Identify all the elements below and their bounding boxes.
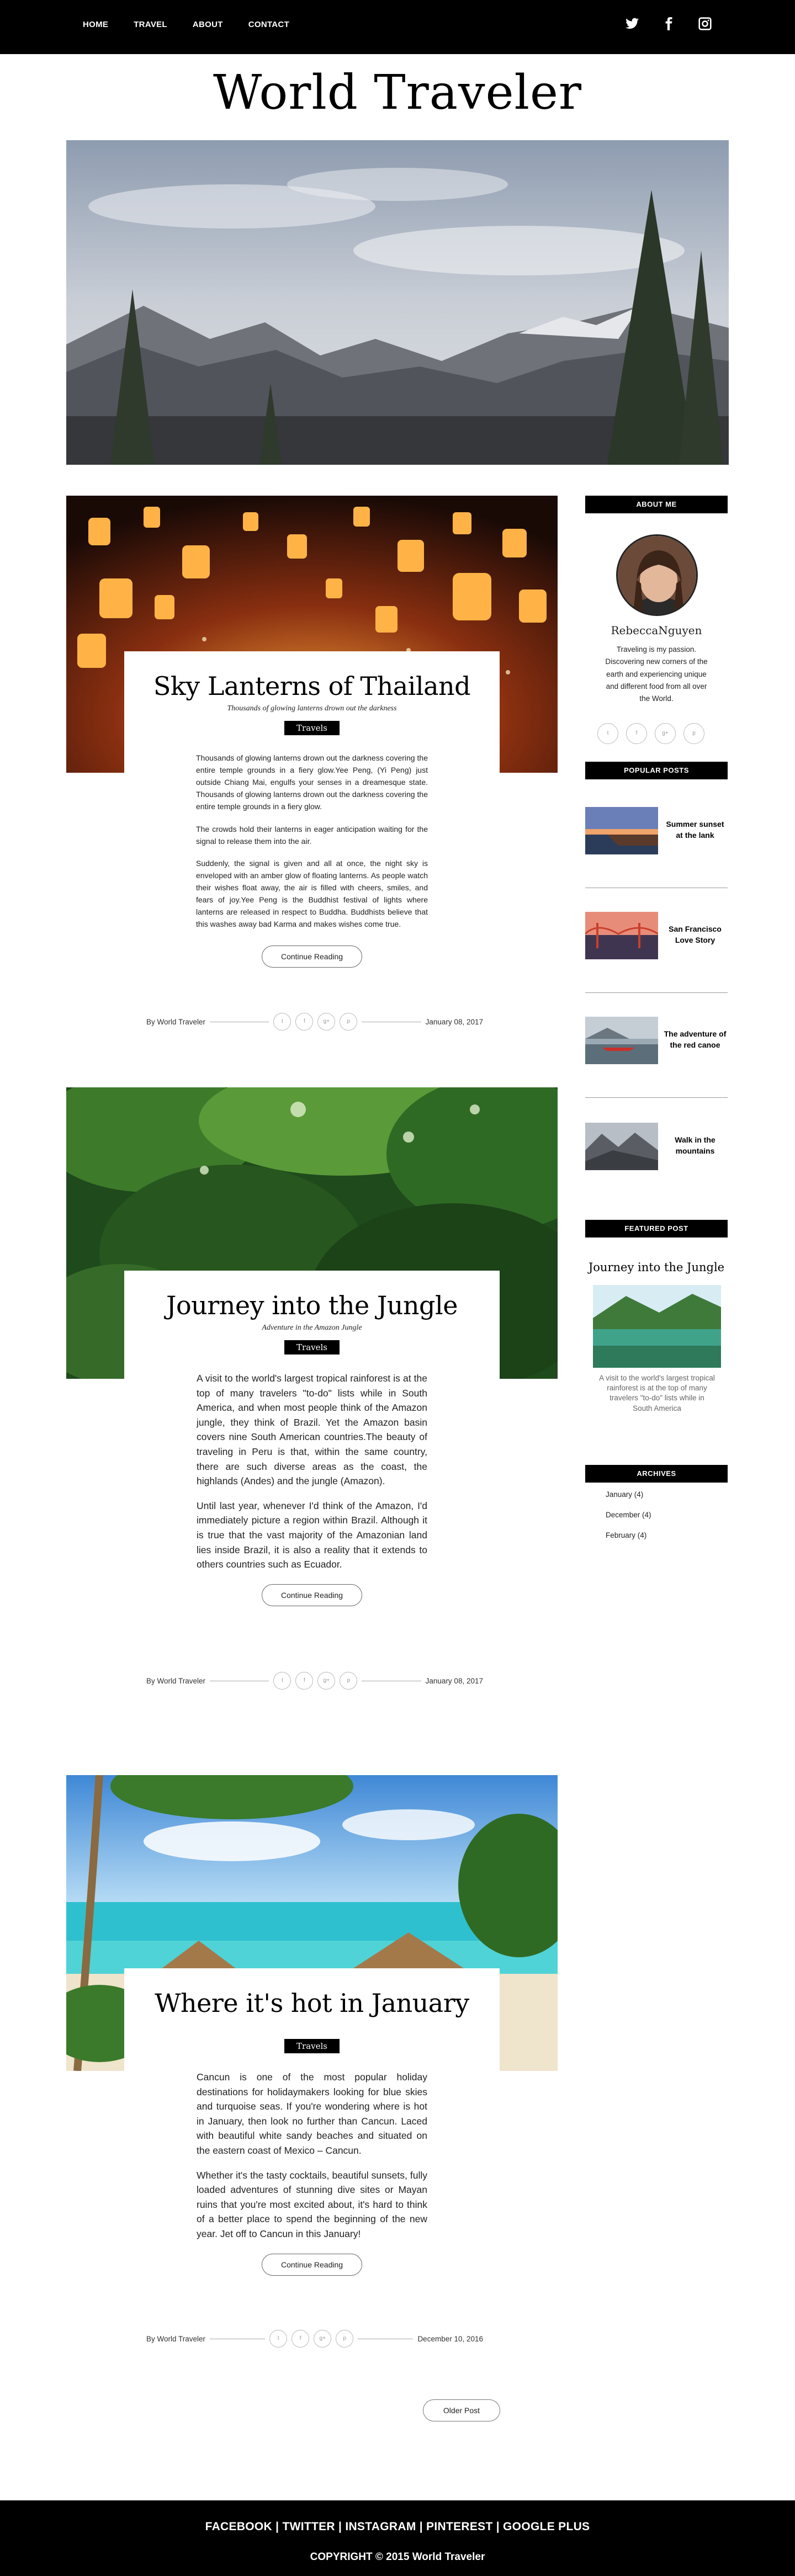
popular-post-item[interactable]: San Francisco Love Story <box>585 912 728 967</box>
post-author: By World Traveler <box>146 1676 206 1685</box>
divider <box>585 1097 728 1098</box>
post-title[interactable]: Where it's hot in January <box>124 1968 500 2018</box>
post-paragraph: The crowds hold their lanterns in eager … <box>196 824 428 846</box>
post-meta: By World Traveler t f g+ p December 10, … <box>146 2330 483 2347</box>
facebook-icon[interactable]: f <box>292 2330 310 2347</box>
hero-image-mountains <box>66 140 729 465</box>
post-card-3: Where it's hot in January Travels Cancun… <box>124 1968 500 2311</box>
older-post-button[interactable]: Older Post <box>423 2399 500 2421</box>
post-subtitle: Thousands of glowing lanterns drown out … <box>227 704 397 713</box>
post-card-2: Journey into the Jungle Adventure in the… <box>124 1271 500 1624</box>
google-plus-icon[interactable]: g+ <box>314 2330 332 2347</box>
footer-social-links[interactable]: FACEBOOK | TWITTER | INSTAGRAM | PINTERE… <box>0 2520 795 2533</box>
post-tag[interactable]: Travels <box>284 2039 340 2053</box>
post-meta: By World Traveler t f g+ p January 08, 2… <box>146 1013 483 1031</box>
twitter-icon[interactable]: t <box>597 723 618 744</box>
post-title[interactable]: Journey into the Jungle <box>124 1271 500 1320</box>
popular-post-item[interactable]: The adventure of the red canoe <box>585 1017 728 1072</box>
featured-post-excerpt: A visit to the world's largest tropical … <box>599 1374 715 1412</box>
facebook-icon[interactable]: f <box>295 1013 314 1031</box>
post-author: By World Traveler <box>146 2334 206 2343</box>
popular-post-item[interactable]: Summer sunset at the lank <box>585 807 728 862</box>
nav-link-travel[interactable]: TRAVEL <box>134 20 167 29</box>
archive-link[interactable]: December (4) <box>606 1511 651 1519</box>
top-navigation-bar: HOME TRAVEL ABOUT CONTACT <box>0 0 795 54</box>
post-excerpt: A visit to the world's largest tropical … <box>197 1371 427 1572</box>
featured-post-title[interactable]: Journey into the Jungle <box>585 1261 728 1274</box>
post-paragraph: Thousands of glowing lanterns drown out … <box>196 753 428 811</box>
popular-post-thumbnail[interactable] <box>585 912 658 959</box>
post-paragraph: A visit to the world's largest tropical … <box>197 1373 427 1487</box>
archive-link[interactable]: January (4) <box>606 1490 651 1499</box>
share-buttons: t f g+ p <box>273 1672 358 1690</box>
about-social-links: t f g+ p <box>597 723 704 744</box>
popular-posts-heading: POPULAR POSTS <box>585 762 728 779</box>
nav-link-about[interactable]: ABOUT <box>193 20 223 29</box>
post-author: By World Traveler <box>146 1017 206 1026</box>
google-plus-icon[interactable]: g+ <box>317 1672 336 1690</box>
twitter-icon[interactable]: t <box>273 1672 292 1690</box>
continue-reading-button[interactable]: Continue Reading <box>261 1584 363 1606</box>
google-plus-icon[interactable]: g+ <box>317 1013 336 1031</box>
copyright: COPYRIGHT © 2015 World Traveler <box>310 2551 485 2563</box>
post-tag[interactable]: Travels <box>284 721 340 735</box>
popular-post-title[interactable]: Walk in the mountains <box>662 1135 728 1156</box>
nav-link-home[interactable]: HOME <box>83 20 108 29</box>
twitter-icon[interactable]: t <box>269 2330 288 2347</box>
twitter-icon[interactable]: t <box>273 1013 292 1031</box>
pinterest-icon[interactable]: p <box>336 2330 354 2347</box>
nav-link-contact[interactable]: CONTACT <box>248 20 289 29</box>
pinterest-icon[interactable]: p <box>340 1672 358 1690</box>
popular-post-thumbnail[interactable] <box>585 807 658 854</box>
share-buttons: t f g+ p <box>273 1013 358 1031</box>
facebook-icon[interactable] <box>661 17 676 31</box>
post-paragraph: Suddenly, the signal is given and all at… <box>196 858 428 929</box>
continue-reading-button[interactable]: Continue Reading <box>261 2253 363 2276</box>
post-paragraph: Whether it's the tasty cocktails, beauti… <box>197 2169 427 2239</box>
popular-post-title[interactable]: The adventure of the red canoe <box>662 1029 728 1050</box>
post-subtitle: Adventure in the Amazon Jungle <box>262 1324 362 1332</box>
continue-reading-button[interactable]: Continue Reading <box>261 946 363 968</box>
archive-list: January (4) December (4) February (4) <box>606 1490 651 1552</box>
site-title[interactable]: World Traveler <box>0 65 795 120</box>
popular-post-item[interactable]: Walk in the mountains <box>585 1123 728 1178</box>
divider <box>585 992 728 993</box>
archive-link[interactable]: February (4) <box>606 1531 651 1539</box>
post-card-1: Sky Lanterns of Thailand Thousands of gl… <box>124 651 500 988</box>
popular-post-title[interactable]: San Francisco Love Story <box>662 924 728 946</box>
avatar <box>616 534 698 616</box>
post-title[interactable]: Sky Lanterns of Thailand <box>124 651 500 701</box>
featured-post-image[interactable] <box>593 1285 721 1368</box>
archives-heading: ARCHIVES <box>585 1465 728 1483</box>
facebook-icon[interactable]: f <box>626 723 647 744</box>
post-excerpt: Thousands of glowing lanterns drown out … <box>196 752 428 930</box>
post-tag[interactable]: Travels <box>284 1340 340 1355</box>
pinterest-icon[interactable]: p <box>683 723 704 744</box>
instagram-icon[interactable] <box>698 17 712 31</box>
google-plus-icon[interactable]: g+ <box>655 723 676 744</box>
featured-post-heading: FEATURED POST <box>585 1220 728 1237</box>
nav-links: HOME TRAVEL ABOUT CONTACT <box>83 20 315 29</box>
popular-post-thumbnail[interactable] <box>585 1123 658 1170</box>
about-description: Traveling is my passion. Discovering new… <box>605 645 708 703</box>
post-date: December 10, 2016 <box>417 2334 484 2343</box>
pinterest-icon[interactable]: p <box>340 1013 358 1031</box>
post-meta: By World Traveler t f g+ p January 08, 2… <box>146 1672 483 1690</box>
post-date: January 08, 2017 <box>425 1017 483 1026</box>
popular-post-thumbnail[interactable] <box>585 1017 658 1064</box>
about-me-heading: ABOUT ME <box>585 496 728 513</box>
popular-post-title[interactable]: Summer sunset at the lank <box>662 819 728 841</box>
author-name: RebeccaNguyen <box>611 624 702 637</box>
post-date: January 08, 2017 <box>425 1676 483 1685</box>
site-footer: FACEBOOK | TWITTER | INSTAGRAM | PINTERE… <box>0 2500 795 2576</box>
post-excerpt: Cancun is one of the most popular holida… <box>197 2070 427 2242</box>
social-links <box>625 17 712 31</box>
post-paragraph: Until last year, whenever I'd think of t… <box>197 1500 427 1570</box>
post-paragraph: Cancun is one of the most popular holida… <box>197 2072 427 2156</box>
facebook-icon[interactable]: f <box>295 1672 314 1690</box>
twitter-icon[interactable] <box>625 17 639 31</box>
share-buttons: t f g+ p <box>269 2330 354 2347</box>
